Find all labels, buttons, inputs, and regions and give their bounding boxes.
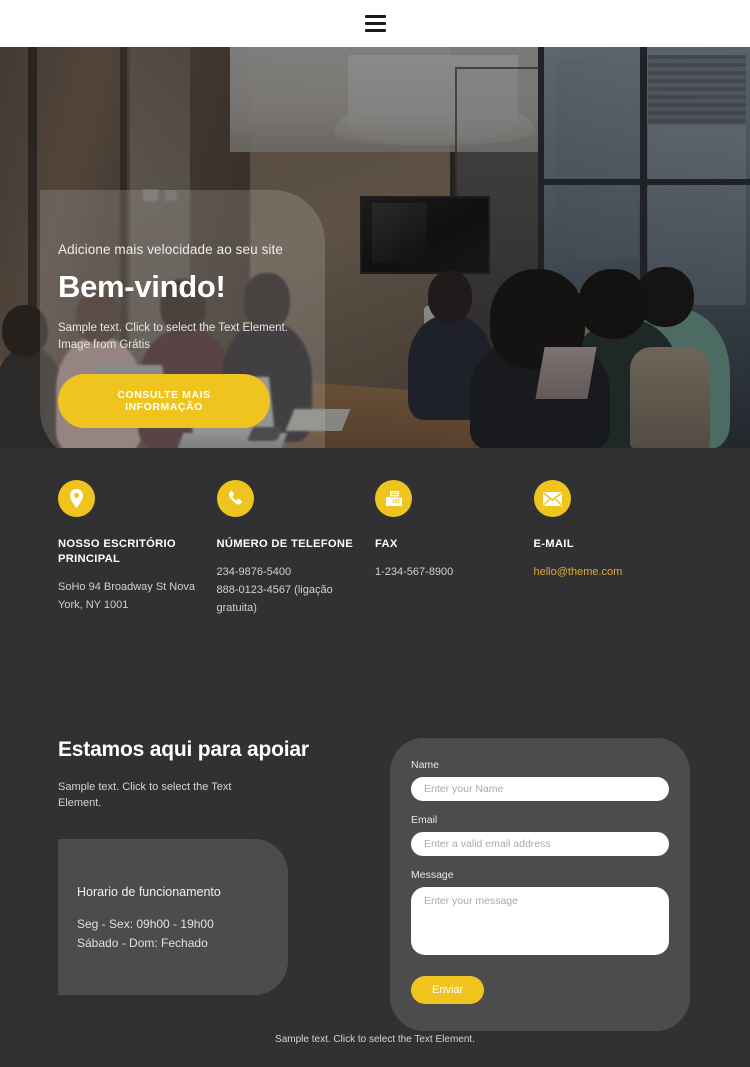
contact-card-email: E-MAIL hello@theme.com	[533, 480, 693, 618]
site-footer: Sample text. Click to select the Text El…	[0, 1034, 750, 1045]
hero-subtitle: Sample text. Click to select the Text El…	[58, 320, 358, 353]
contact-body: 1-234-567-8900	[375, 566, 454, 579]
hero-content: Adicione mais velocidade ao seu site Bem…	[58, 242, 358, 429]
email-label: Email	[411, 813, 438, 826]
contact-form-panel: Name Email Message Enviar	[390, 737, 690, 1031]
fax-icon	[375, 480, 412, 517]
contact-title: NÚMERO DE TELEFONE	[216, 538, 354, 550]
opening-hours-lines: Seg - Sex: 09h00 - 19h00 Sábado - Dom: F…	[77, 915, 288, 954]
name-label: Name	[411, 758, 440, 771]
message-textarea[interactable]	[411, 886, 669, 955]
hero-cta-button[interactable]: CONSULTE MAIS INFORMAÇÃO	[58, 374, 270, 429]
contact-title: FAX	[375, 538, 398, 550]
hours-weekend: Sábado - Dom: Fechado	[77, 935, 208, 950]
hero-section: Adicione mais velocidade ao seu site Bem…	[0, 47, 750, 448]
contact-body: 234-9876-5400 888-0123-4567 (ligação gra…	[216, 566, 333, 614]
hero-subtitle-line-2: Image from Grátis	[58, 338, 151, 351]
hours-weekday: Seg - Sex: 09h00 - 19h00	[77, 916, 214, 931]
hamburger-icon[interactable]	[364, 15, 386, 32]
support-section: Estamos aqui para apoiar Sample text. Cl…	[0, 618, 750, 1031]
support-title: Estamos aqui para apoiar	[58, 737, 309, 761]
hamburger-bar	[364, 29, 386, 32]
envelope-icon	[533, 480, 571, 517]
phone-icon	[216, 480, 254, 517]
hero-eyebrow: Adicione mais velocidade ao seu site	[58, 242, 283, 257]
contact-card-phone: NÚMERO DE TELEFONE 234-9876-5400 888-012…	[216, 480, 376, 618]
contact-title: E-MAIL	[533, 538, 574, 550]
name-input[interactable]	[411, 776, 669, 801]
opening-hours-title: Horario de funcionamento	[77, 884, 221, 899]
submit-button[interactable]: Enviar	[411, 975, 485, 1004]
hamburger-bar	[364, 22, 386, 25]
contact-title: NOSSO ESCRITÓRIO PRINCIPAL	[58, 538, 176, 566]
contact-body: SoHo 94 Broadway St Nova York, NY 1001	[58, 581, 195, 612]
support-subtitle: Sample text. Click to select the Text El…	[58, 780, 232, 810]
contact-card-office: NOSSO ESCRITÓRIO PRINCIPAL SoHo 94 Broad…	[58, 480, 217, 618]
hero-subtitle-line-1: Sample text. Click to select the Text El…	[58, 322, 288, 334]
hero-title: Bem-vindo!	[58, 269, 226, 304]
hamburger-bar	[364, 15, 386, 18]
support-left-column: Estamos aqui para apoiar Sample text. Cl…	[58, 738, 358, 1031]
opening-hours-card: Horario de funcionamento Seg - Sex: 09h0…	[58, 838, 288, 995]
contact-info-row: NOSSO ESCRITÓRIO PRINCIPAL SoHo 94 Broad…	[0, 448, 750, 618]
map-pin-icon	[58, 480, 95, 517]
email-input[interactable]	[411, 831, 669, 856]
contact-card-fax: FAX 1-234-567-8900	[375, 480, 534, 618]
page-root: Adicione mais velocidade ao seu site Bem…	[0, 0, 750, 1067]
site-header	[0, 0, 750, 47]
email-link[interactable]: hello@theme.com	[534, 564, 693, 582]
message-label: Message	[411, 868, 454, 881]
footer-text: Sample text. Click to select the Text El…	[275, 1034, 475, 1045]
